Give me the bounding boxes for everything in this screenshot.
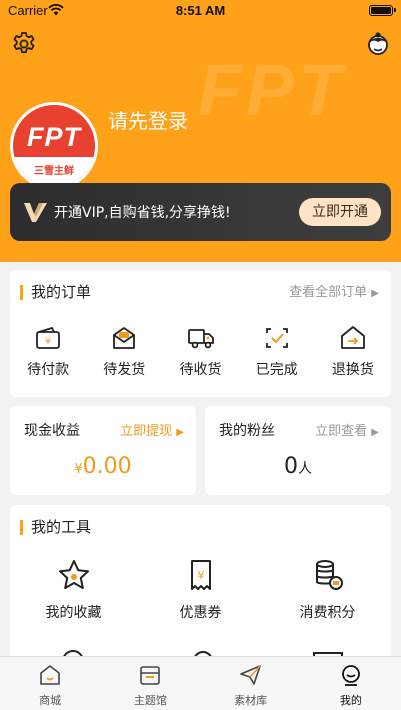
tool-favorites-label: 我的收藏 — [45, 605, 102, 621]
tools-card: 我的工具 我的收藏 ¥ 优惠券 消费积分 — [10, 505, 391, 665]
tab-mall[interactable]: 商城 — [0, 657, 100, 710]
order-pending-receipt-label: 待收货 — [179, 362, 222, 378]
logo-text: FPT — [27, 122, 81, 152]
tab-theme-hall-label: 主题馆 — [133, 694, 167, 707]
tab-materials[interactable]: 素材库 — [201, 657, 301, 710]
tool-favorites[interactable]: 我的收藏 — [10, 558, 137, 622]
login-prompt[interactable]: 请先登录 — [108, 105, 188, 134]
view-fans-label: 立即查看 — [315, 424, 368, 439]
view-fans-link[interactable]: 立即查看 ▶ — [315, 420, 379, 439]
vip-banner[interactable]: 开通VIP,自购省钱,分享挣钱! 立即开通 — [10, 183, 391, 241]
vip-activate-button[interactable]: 立即开通 — [299, 198, 381, 226]
fans-count-value: 0 — [284, 454, 298, 479]
avatar-icon[interactable] — [364, 30, 392, 58]
chevron-right-icon: ▶ — [176, 427, 184, 438]
tab-mine[interactable]: 我的 — [301, 657, 401, 710]
earnings-amount: ¥0.00 — [10, 454, 196, 479]
vip-logo-icon — [24, 203, 47, 222]
fpt-watermark: FPT — [198, 51, 346, 131]
status-bar: Carrier 8:51 AM — [0, 0, 401, 22]
withdraw-now-link[interactable]: 立即提现 ▶ — [120, 420, 184, 439]
tab-mine-label: 我的 — [339, 694, 362, 707]
chevron-right-icon: ▶ — [371, 288, 379, 299]
earnings-value: 0.00 — [82, 454, 132, 479]
cash-earnings-card: 现金收益 立即提现 ▶ ¥0.00 — [10, 406, 196, 495]
order-returns-label: 退换货 — [331, 362, 374, 378]
orders-card: 我的订单 查看全部订单 ▶ ¥ 待付款 待发货 待收货 已完成 退换货 — [10, 270, 391, 397]
star-icon — [58, 560, 89, 589]
currency-symbol: ¥ — [74, 462, 83, 477]
brand-logo: FPT 三雪主鲜 — [10, 102, 98, 190]
order-pending-receipt[interactable]: 待收货 — [162, 325, 238, 379]
tools-title: 我的工具 — [20, 520, 91, 535]
truck-icon — [187, 329, 214, 349]
fans-count-unit: 人 — [298, 461, 312, 477]
coupon-icon: ¥ — [190, 560, 211, 590]
home-icon — [40, 665, 60, 685]
store-icon — [140, 666, 161, 685]
svg-text:¥: ¥ — [45, 337, 51, 347]
envelope-box-icon — [113, 327, 136, 349]
paper-plane-icon — [239, 665, 261, 685]
cash-earnings-title: 现金收益 — [24, 423, 80, 439]
view-all-orders-link[interactable]: 查看全部订单 ▶ — [289, 285, 379, 301]
tab-mall-label: 商城 — [39, 694, 62, 707]
tool-points-label: 消费积分 — [299, 605, 356, 621]
chevron-right-icon: ▶ — [371, 427, 379, 438]
bottom-tab-bar: 商城 主题馆 素材库 我的 — [0, 656, 401, 710]
withdraw-now-label: 立即提现 — [120, 424, 173, 439]
wallet-icon: ¥ — [36, 326, 60, 349]
order-pending-payment[interactable]: ¥ 待付款 — [10, 325, 86, 379]
fans-title: 我的粉丝 — [219, 423, 275, 439]
tab-materials-label: 素材库 — [234, 694, 268, 707]
settings-gear-icon[interactable] — [10, 30, 38, 58]
order-completed-label: 已完成 — [255, 362, 298, 378]
orders-title: 我的订单 — [20, 285, 91, 300]
order-completed[interactable]: 已完成 — [239, 325, 315, 379]
battery-icon — [369, 5, 396, 16]
order-pending-shipment-label: 待发货 — [103, 362, 146, 378]
clock-label: 8:51 AM — [175, 3, 226, 18]
profile-header: FPT Carrier 8:51 AM FPT 三雪主鲜 请先登录 开通VIP,… — [0, 0, 401, 262]
view-all-orders-label: 查看全部订单 — [289, 285, 368, 300]
order-pending-payment-label: 待付款 — [27, 362, 70, 378]
tool-coupons-label: 优惠券 — [179, 605, 222, 621]
vip-promo-text: 开通VIP,自购省钱,分享挣钱! — [54, 205, 231, 221]
svg-text:¥: ¥ — [197, 569, 204, 582]
check-frame-icon — [265, 328, 288, 348]
tab-theme-hall[interactable]: 主题馆 — [100, 657, 200, 710]
profile-icon — [341, 665, 360, 686]
tool-coupons[interactable]: ¥ 优惠券 — [137, 558, 264, 622]
tool-points[interactable]: 消费积分 — [264, 558, 391, 622]
fans-count: 0人 — [205, 454, 391, 479]
return-house-icon — [341, 326, 365, 349]
coins-icon — [315, 560, 343, 590]
order-returns[interactable]: 退换货 — [315, 325, 391, 379]
order-pending-shipment[interactable]: 待发货 — [86, 325, 162, 379]
fans-card: 我的粉丝 立即查看 ▶ 0人 — [205, 406, 391, 495]
